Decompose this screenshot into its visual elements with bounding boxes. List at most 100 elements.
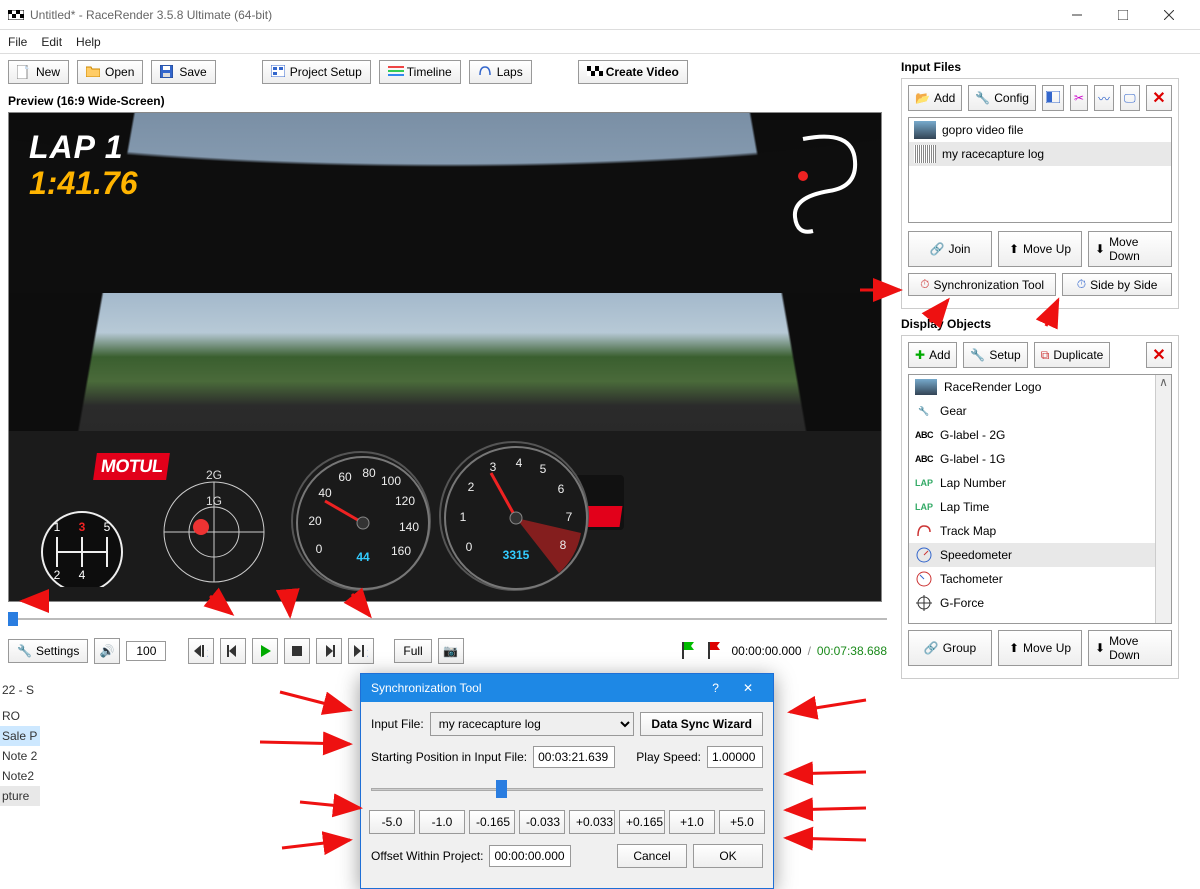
data-thumb-icon — [914, 145, 936, 163]
svg-text:2: 2 — [207, 646, 208, 657]
sync-tool-button[interactable]: ⏱Synchronization Tool — [908, 273, 1056, 296]
step-fwd-button[interactable] — [316, 638, 342, 664]
svg-text:2: 2 — [367, 646, 368, 657]
object-item[interactable]: ABCG-label - 2G — [909, 423, 1171, 447]
volume-button[interactable]: 🔊 — [94, 638, 120, 664]
remove-object-button[interactable]: ✕ — [1146, 342, 1172, 368]
step-plus-0165[interactable]: +0.165 — [619, 810, 665, 834]
menu-edit[interactable]: Edit — [41, 35, 62, 49]
save-button[interactable]: Save — [151, 60, 215, 84]
scrollbar[interactable]: ∧ — [1155, 375, 1171, 623]
menu-help[interactable]: Help — [76, 35, 101, 49]
wrench-icon: 🔧 — [17, 644, 31, 658]
step-plus-5[interactable]: +5.0 — [719, 810, 765, 834]
file-item-video[interactable]: gopro video file — [909, 118, 1171, 142]
file-move-down-button[interactable]: ⬇Move Down — [1088, 231, 1172, 267]
sync-slider[interactable] — [371, 778, 763, 800]
settings-button[interactable]: 🔧Settings — [8, 639, 88, 663]
green-flag-icon[interactable] — [680, 641, 700, 661]
remove-file-button[interactable]: ✕ — [1146, 85, 1172, 111]
close-button[interactable] — [1146, 0, 1192, 30]
offset-input[interactable] — [489, 845, 571, 867]
stop-button[interactable] — [284, 638, 310, 664]
object-item[interactable]: Track Map — [909, 519, 1171, 543]
object-item[interactable]: LAPLap Time — [909, 495, 1171, 519]
dialog-titlebar[interactable]: Synchronization Tool ? ✕ — [361, 674, 773, 702]
object-item[interactable]: G-Force — [909, 591, 1171, 615]
maximize-button[interactable] — [1100, 0, 1146, 30]
step-plus-1[interactable]: +1.0 — [669, 810, 715, 834]
volume-input[interactable] — [126, 641, 166, 661]
group-button[interactable]: 🔗Group — [908, 630, 992, 666]
add-file-button[interactable]: 📂Add — [908, 85, 962, 111]
svg-text:1: 1 — [54, 520, 61, 534]
dialog-ok-button[interactable]: OK — [693, 844, 763, 868]
step-minus-1[interactable]: -1.0 — [419, 810, 465, 834]
file-move-up-button[interactable]: ⬆Move Up — [998, 231, 1082, 267]
step-minus-0033[interactable]: -0.033 — [519, 810, 565, 834]
dialog-cancel-button[interactable]: Cancel — [617, 844, 687, 868]
svg-text:160: 160 — [391, 544, 411, 558]
arrow-up-icon: ⬆ — [1009, 641, 1019, 655]
side-by-side-button[interactable]: ⏱Side by Side — [1062, 273, 1172, 296]
object-move-up-button[interactable]: ⬆Move Up — [998, 630, 1082, 666]
track-map-overlay — [773, 121, 873, 241]
fullscreen-button[interactable]: Full — [394, 639, 431, 663]
input-file-select[interactable]: my racecapture log — [430, 712, 635, 736]
timeline-scrubber[interactable] — [8, 610, 887, 628]
open-button[interactable]: Open — [77, 60, 143, 84]
step-minus-5[interactable]: -5.0 — [369, 810, 415, 834]
graph-button[interactable]: 〰 — [1094, 85, 1114, 111]
step-fwd-10-button[interactable]: 2 — [348, 638, 374, 664]
object-item[interactable]: Speedometer — [909, 543, 1171, 567]
wrench-icon: 🔧 — [975, 91, 990, 105]
object-item[interactable]: LAPLap Number — [909, 471, 1171, 495]
setup-object-button[interactable]: 🔧Setup — [963, 342, 1027, 368]
monitor-button[interactable]: 🖵 — [1120, 85, 1140, 111]
scrubber-thumb[interactable] — [8, 612, 18, 626]
object-item[interactable]: Tachometer — [909, 567, 1171, 591]
start-pos-input[interactable] — [533, 746, 615, 768]
step-minus-0165[interactable]: -0.165 — [469, 810, 515, 834]
step-back-10-button[interactable]: 2 — [188, 638, 214, 664]
play-button[interactable] — [252, 638, 278, 664]
laps-button[interactable]: Laps — [469, 60, 532, 84]
cut-button[interactable]: ✂ — [1070, 85, 1088, 111]
timeline-button[interactable]: Timeline — [379, 60, 461, 84]
duplicate-button[interactable]: ⧉Duplicate — [1034, 342, 1111, 368]
dialog-close-button[interactable]: ✕ — [733, 681, 763, 695]
minimize-button[interactable] — [1054, 0, 1100, 30]
add-object-button[interactable]: ✚Add — [908, 342, 957, 368]
background-desktop-items: 22 - S RO Sale P Note 2 Note2 pture — [0, 680, 40, 806]
create-video-button[interactable]: Create Video — [578, 60, 688, 84]
layout1-button[interactable] — [1042, 85, 1064, 111]
file-item-log[interactable]: my racecapture log — [909, 142, 1171, 166]
input-files-list[interactable]: gopro video file my racecapture log — [908, 117, 1172, 223]
sync-slider-thumb[interactable] — [496, 780, 507, 798]
object-item[interactable]: RaceRender Logo — [909, 375, 1171, 399]
join-button[interactable]: 🔗Join — [908, 231, 992, 267]
step-plus-0033[interactable]: +0.033 — [569, 810, 615, 834]
data-sync-wizard-button[interactable]: Data Sync Wizard — [640, 712, 763, 736]
input-file-label: Input File: — [371, 717, 424, 731]
menu-file[interactable]: File — [8, 35, 27, 49]
svg-text:4: 4 — [516, 456, 523, 470]
preview-viewport[interactable]: LAP 1 1:41.76 MOTUL WR SST MOTUL 1 2 3 — [8, 112, 882, 602]
step-back-button[interactable] — [220, 638, 246, 664]
config-file-button[interactable]: 🔧Config — [968, 85, 1036, 111]
arrow-up-icon: ⬆ — [1009, 242, 1019, 256]
snapshot-button[interactable]: 📷 — [438, 638, 464, 664]
object-move-down-button[interactable]: ⬇Move Down — [1088, 630, 1172, 666]
play-speed-input[interactable] — [707, 746, 763, 768]
start-pos-label: Starting Position in Input File: — [371, 750, 527, 764]
object-item[interactable]: ABCG-label - 1G — [909, 447, 1171, 471]
lap-icon: LAP — [915, 499, 933, 515]
red-flag-icon[interactable] — [706, 641, 726, 661]
new-button[interactable]: New — [8, 60, 69, 84]
dialog-help-button[interactable]: ? — [702, 681, 729, 695]
svg-text:5: 5 — [540, 462, 547, 476]
project-setup-button[interactable]: Project Setup — [262, 60, 371, 84]
svg-text:5: 5 — [104, 520, 111, 534]
object-item[interactable]: 🔧Gear — [909, 399, 1171, 423]
display-objects-list[interactable]: RaceRender Logo 🔧Gear ABCG-label - 2G AB… — [908, 374, 1172, 624]
